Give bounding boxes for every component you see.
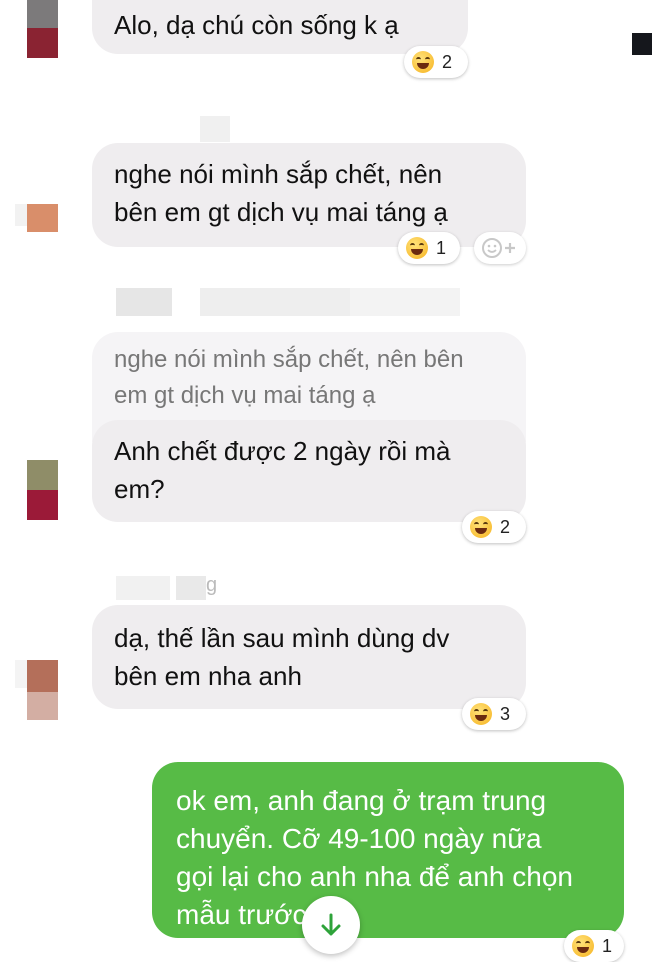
message-text: dạ, thế lần sau mình dùng dv	[114, 623, 450, 653]
reaction-count: 2	[500, 516, 511, 537]
message-bubble[interactable]: dạ, thế lần sau mình dùng dv bên em nha …	[92, 605, 526, 709]
reaction-count: 2	[442, 51, 453, 72]
message-text: ok em, anh đang ở trạm trung	[176, 785, 547, 816]
message-bubble[interactable]: Alo, dạ chú còn sống k ạ	[92, 0, 468, 54]
laughing-emoji-icon	[572, 935, 594, 957]
quoted-text: em gt dịch vụ mai táng ạ	[114, 382, 376, 409]
reaction-badge[interactable]: 1	[398, 232, 460, 264]
arrow-down-icon	[321, 913, 341, 936]
sent-message-bubble[interactable]: ok em, anh đang ở trạm trung chuyển. Cỡ …	[152, 762, 624, 938]
message-text: em?	[114, 474, 165, 504]
blurred-name	[200, 116, 230, 142]
scroll-down-button[interactable]	[302, 896, 360, 954]
add-reaction-icon	[482, 238, 515, 258]
message-text: gọi lại cho anh nha để anh chọn	[176, 861, 573, 892]
laughing-emoji-icon	[470, 703, 492, 725]
quoted-text: nghe nói mình sắp chết, nên bên	[114, 346, 464, 373]
laughing-emoji-icon	[470, 516, 492, 538]
message-text: bên em gt dịch vụ mai táng ạ	[114, 197, 448, 227]
reaction-badge[interactable]: 1	[564, 930, 624, 962]
add-reaction-button[interactable]	[474, 232, 526, 264]
reaction-count: 3	[500, 703, 511, 724]
reaction-badge[interactable]: 2	[462, 511, 526, 543]
message-bubble[interactable]: nghe nói mình sắp chết, nên bên em gt dị…	[92, 143, 526, 247]
message-text: chuyển. Cỡ 49-100 ngày nữa	[176, 823, 542, 854]
message-text: Alo, dạ chú còn sống k ạ	[114, 10, 399, 40]
laughing-emoji-icon	[412, 51, 434, 73]
reaction-count: 1	[436, 237, 447, 258]
sender-name-fragment: g	[206, 574, 218, 596]
status-square	[632, 33, 652, 55]
reaction-count: 1	[602, 935, 613, 956]
message-text: bên em nha anh	[114, 661, 302, 691]
message-text: Anh chết được 2 ngày rồi mà	[114, 436, 451, 466]
reaction-badge[interactable]: 2	[404, 46, 468, 78]
message-bubble[interactable]: Anh chết được 2 ngày rồi mà em?	[92, 420, 526, 522]
reaction-badge[interactable]: 3	[462, 698, 526, 730]
message-text: nghe nói mình sắp chết, nên	[114, 159, 443, 189]
laughing-emoji-icon	[406, 237, 428, 259]
message-text: mẫu trước	[176, 899, 307, 930]
